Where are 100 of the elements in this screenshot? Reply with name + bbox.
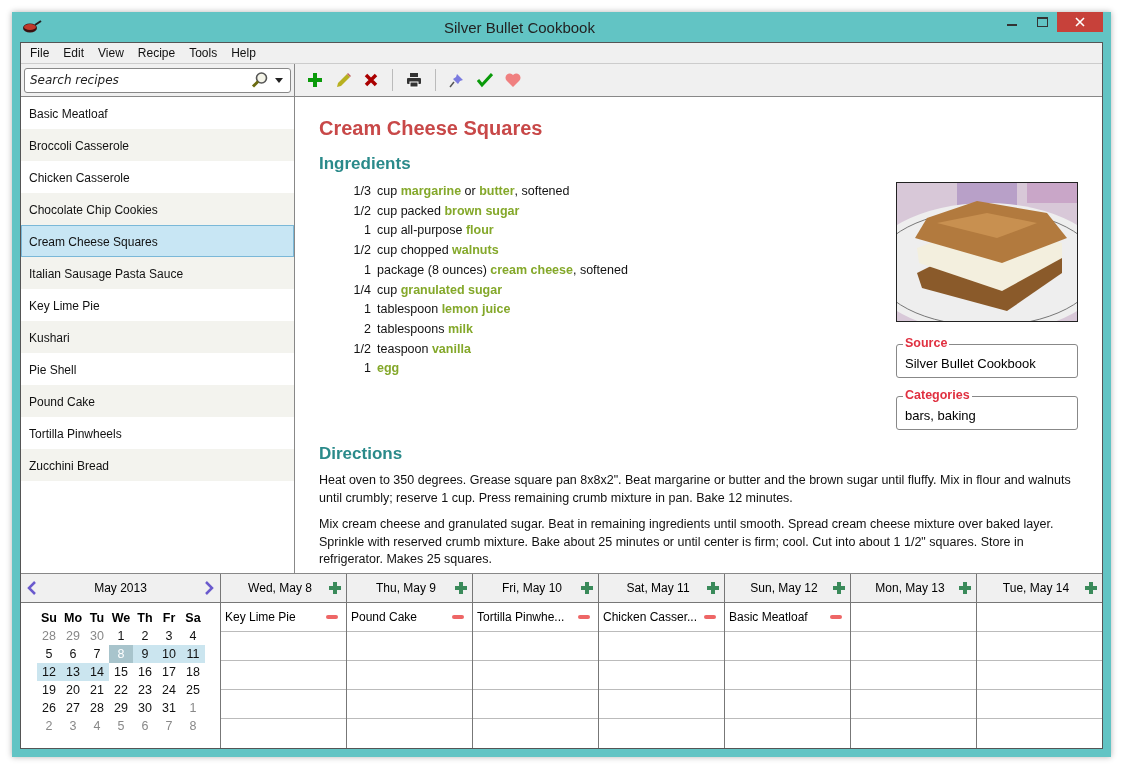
ingredient-amount: 1 <box>363 301 371 319</box>
add-meal-button[interactable] <box>707 582 719 594</box>
calendar-day[interactable]: 31 <box>157 699 181 717</box>
weekday-label: Mo <box>62 610 84 627</box>
calendar-day[interactable]: 28 <box>37 627 61 645</box>
meal-entry[interactable]: Tortilla Pinwhe... <box>477 610 565 624</box>
remove-meal-button[interactable] <box>704 615 716 619</box>
remove-meal-button[interactable] <box>452 615 464 619</box>
remove-meal-button[interactable] <box>830 615 842 619</box>
add-meal-button[interactable] <box>833 582 845 594</box>
calendar-day[interactable]: 28 <box>85 699 109 717</box>
source-value: Silver Bullet Cookbook <box>905 356 1036 371</box>
meal-entry[interactable]: Chicken Casser... <box>603 610 698 624</box>
add-meal-button[interactable] <box>581 582 593 594</box>
calendar-day[interactable]: 1 <box>181 699 205 717</box>
calendar-day[interactable]: 16 <box>133 663 157 681</box>
recipe-list-entry[interactable]: Kushari <box>21 321 294 353</box>
field-label: Categories <box>903 388 972 402</box>
day-header: Wed, May 8 <box>247 581 313 595</box>
meal-entry[interactable]: Key Lime Pie <box>225 610 296 624</box>
calendar-day[interactable]: 4 <box>85 717 109 735</box>
ingredient-text: teaspoon vanilla <box>377 340 472 358</box>
calendar-day[interactable]: 30 <box>133 699 157 717</box>
recipe-list-entry[interactable]: Tortilla Pinwheels <box>21 417 294 449</box>
ingredient-amount: 1 <box>363 222 371 240</box>
calendar-day[interactable]: 8 <box>181 717 205 735</box>
calendar-day[interactable]: 5 <box>109 717 133 735</box>
calendar-day[interactable]: 3 <box>157 627 181 645</box>
ingredient-amount: 2 <box>363 320 371 338</box>
calendar-day[interactable]: 18 <box>181 663 205 681</box>
meal-entry[interactable]: Basic Meatloaf <box>729 610 808 624</box>
remove-meal-button[interactable] <box>326 615 338 619</box>
calendar-day[interactable]: 5 <box>37 645 61 663</box>
calendar-day[interactable]: 2 <box>133 627 157 645</box>
calendar-day[interactable]: 25 <box>181 681 205 699</box>
close-button[interactable] <box>1057 12 1103 32</box>
ingredient-text: egg <box>377 360 401 378</box>
recipe-list-entry[interactable]: Pie Shell <box>21 353 294 385</box>
minimize-icon <box>1007 24 1017 26</box>
recipe-list-entry[interactable]: Pound Cake <box>21 385 294 417</box>
calendar-day[interactable]: 7 <box>85 645 109 663</box>
calendar-day[interactable]: 6 <box>133 717 157 735</box>
recipe-list-entry[interactable]: Italian Sausage Pasta Sauce <box>21 257 294 289</box>
ingredient-amount: 1/3 <box>352 183 371 200</box>
menu-item[interactable]: Recipe <box>130 46 183 60</box>
calendar-day[interactable]: 7 <box>157 717 181 735</box>
menu-item[interactable]: File <box>23 46 57 60</box>
calendar-day[interactable]: 27 <box>61 699 85 717</box>
calendar-day[interactable]: 4 <box>181 627 205 645</box>
calendar-day[interactable]: 26 <box>37 699 61 717</box>
calendar-day[interactable]: 19 <box>37 681 61 699</box>
calendar-day[interactable]: 14 <box>85 663 109 681</box>
search-icon[interactable] <box>251 70 269 89</box>
menu-item[interactable]: Edit <box>56 46 92 60</box>
recipe-list-entry[interactable]: Broccoli Casserole <box>21 129 294 161</box>
calendar-day[interactable]: 13 <box>61 663 85 681</box>
add-meal-button[interactable] <box>329 582 341 594</box>
previous-month-button[interactable] <box>27 581 37 595</box>
ingredient-amount: 1/4 <box>352 281 371 299</box>
recipe-list-entry[interactable]: Cream Cheese Squares <box>21 225 294 257</box>
calendar-day[interactable]: 6 <box>61 645 85 663</box>
calendar-day[interactable]: 11 <box>181 645 205 663</box>
recipe-list-entry[interactable]: Chocolate Chip Cookies <box>21 193 294 225</box>
calendar-day[interactable]: 2 <box>37 717 61 735</box>
calendar-day[interactable]: 24 <box>157 681 181 699</box>
recipe-list-entry[interactable]: Zucchini Bread <box>21 449 294 481</box>
calendar-day[interactable]: 15 <box>109 663 133 681</box>
calendar-day[interactable]: 30 <box>85 627 109 645</box>
remove-meal-button[interactable] <box>578 615 590 619</box>
recipe-list-entry[interactable]: Chicken Casserole <box>21 161 294 193</box>
calendar-day[interactable]: 3 <box>61 717 85 735</box>
add-meal-button[interactable] <box>959 582 971 594</box>
dropdown-icon[interactable] <box>275 77 283 83</box>
day-header: Fri, May 10 <box>501 581 563 595</box>
add-meal-button[interactable] <box>1085 582 1097 594</box>
calendar-day[interactable]: 23 <box>133 681 157 699</box>
calendar-day[interactable]: 20 <box>61 681 85 699</box>
calendar-day[interactable]: 12 <box>37 663 61 681</box>
day-header: Mon, May 13 <box>874 581 946 595</box>
next-month-button[interactable] <box>204 581 214 595</box>
calendar-day[interactable]: 17 <box>157 663 181 681</box>
calendar-day[interactable]: 22 <box>109 681 133 699</box>
calendar-day[interactable]: 9 <box>133 645 157 663</box>
menu-item[interactable]: Help <box>224 46 263 60</box>
calendar-day[interactable]: 21 <box>85 681 109 699</box>
recipe-list-entry[interactable]: Basic Meatloaf <box>21 97 294 129</box>
add-meal-button[interactable] <box>455 582 467 594</box>
menu-item[interactable]: View <box>91 46 131 60</box>
search-field[interactable]: Search recipes <box>24 67 291 93</box>
ingredient-text: cup chopped walnuts <box>377 242 500 260</box>
direction-paragraph: Heat oven to 350 degrees. Grease square pan 8x8x2". Beat margarine or butter and the brown sugar until fluffy. Mix in flour and walnuts until crumbly; reserve 1 cup. Press remaining crumb mixture in pan. Bake 12 minutes. <box>319 472 1072 507</box>
calendar-day[interactable]: 29 <box>109 699 133 717</box>
pencil-icon <box>335 72 351 88</box>
meal-entry[interactable]: Pound Cake <box>351 610 418 624</box>
menu-item[interactable]: Tools <box>182 46 225 60</box>
recipe-list-entry[interactable]: Key Lime Pie <box>21 289 294 321</box>
calendar-day[interactable]: 10 <box>157 645 181 663</box>
calendar-day[interactable]: 1 <box>109 627 133 645</box>
checkmark-icon <box>477 72 493 88</box>
calendar-day[interactable]: 29 <box>61 627 85 645</box>
